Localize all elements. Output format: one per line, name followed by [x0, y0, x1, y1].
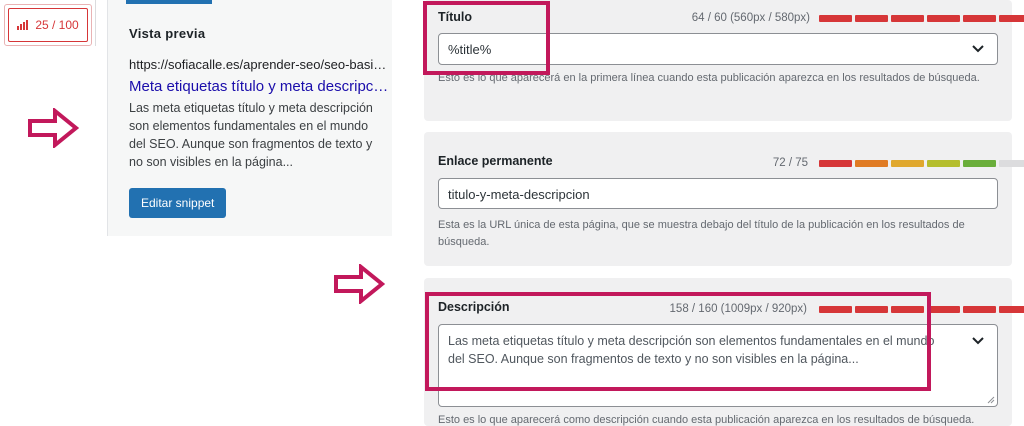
chevron-down-icon[interactable]: [971, 42, 985, 56]
edit-snippet-button[interactable]: Editar snippet: [129, 188, 227, 218]
chart-icon: [17, 20, 29, 30]
arrow-right-icon: [28, 108, 79, 148]
meter-segment: [855, 15, 888, 22]
meter-segment: [999, 160, 1024, 167]
title-highlight-box: [423, 1, 550, 75]
divider: [95, 0, 96, 46]
seo-score-badge[interactable]: 25 / 100: [4, 4, 92, 46]
permalink-label: Enlace permanente: [438, 154, 553, 168]
permalink-input-value: titulo-y-meta-descripcion: [448, 187, 590, 202]
snippet-preview-panel: Vista previa https://sofiacalle.es/apren…: [107, 0, 392, 236]
resize-handle-icon[interactable]: [987, 396, 995, 404]
seo-score-value: 25 / 100: [35, 18, 79, 32]
meter-segment: [963, 160, 996, 167]
permalink-help-text: Esta es la URL única de esta página, que…: [438, 219, 965, 248]
meter-segment: [999, 306, 1024, 313]
preview-heading: Vista previa: [129, 26, 206, 41]
meter-segment: [927, 160, 960, 167]
arrow-right-icon: [334, 264, 385, 304]
meter-segment: [855, 160, 888, 167]
preview-description: Las meta etiquetas título y meta descrip…: [129, 101, 373, 169]
meter-segment: [927, 306, 960, 313]
meter-segment: [891, 15, 924, 22]
meter-segment: [891, 160, 924, 167]
permalink-setting-card: Enlace permanente 72 / 75 titulo-y-meta-…: [424, 132, 1024, 266]
title-length-meter: [819, 15, 1024, 22]
description-highlight-box: [425, 292, 931, 391]
permalink-length-meter: [819, 160, 1024, 167]
preview-title-link[interactable]: Meta etiquetas título y meta descripción: [129, 78, 391, 95]
meter-segment: [819, 15, 852, 22]
meter-segment: [963, 15, 996, 22]
permalink-input[interactable]: titulo-y-meta-descripcion: [438, 178, 998, 209]
meter-segment: [819, 160, 852, 167]
preview-url: https://sofiacalle.es/aprender-seo/seo-b…: [129, 57, 391, 72]
meter-segment: [963, 306, 996, 313]
meter-segment: [927, 15, 960, 22]
preview-tab-indicator: [126, 0, 212, 4]
description-help-text: Esto es lo que aparecerá como descripció…: [438, 414, 975, 426]
chevron-down-icon[interactable]: [971, 334, 985, 348]
title-char-count: 64 / 60 (560px / 580px): [691, 12, 810, 24]
permalink-char-count: 72 / 75: [772, 157, 808, 169]
meter-segment: [999, 15, 1024, 22]
